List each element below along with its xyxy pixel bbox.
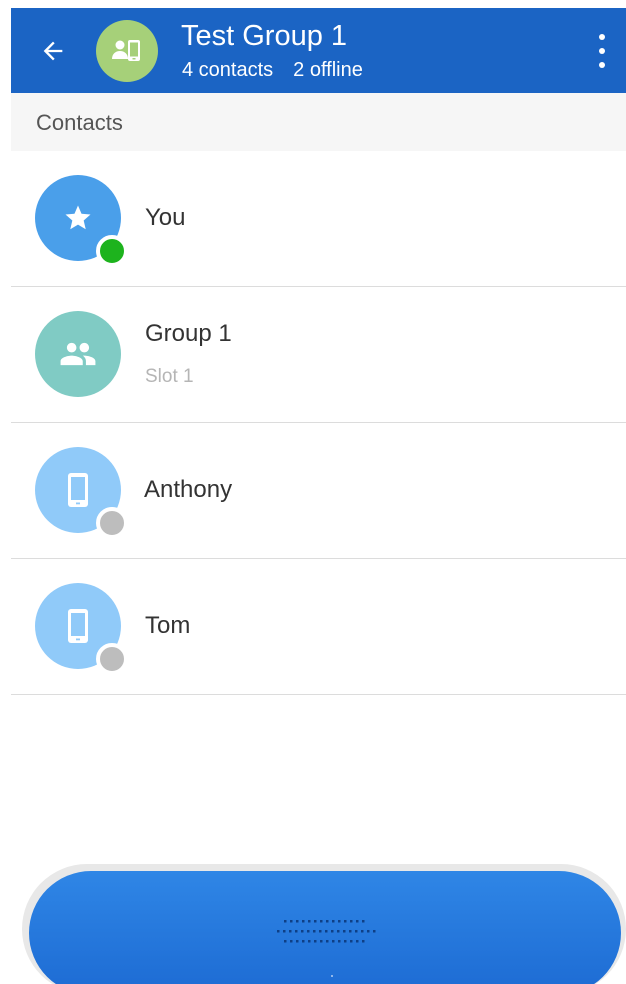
back-button[interactable] (38, 36, 68, 66)
group-title: Test Group 1 (181, 20, 348, 52)
app-screen: Test Group 1 4 contacts 2 offline Contact… (0, 0, 626, 984)
speaker-grille-icon (277, 920, 376, 943)
contact-row-you[interactable]: You (11, 151, 626, 287)
offline-count: 2 offline (293, 59, 363, 81)
phone-icon (68, 609, 88, 643)
arrow-back-icon (43, 41, 63, 61)
section-label: Contacts (36, 110, 123, 135)
avatar (35, 311, 121, 397)
group-subtitle: 4 contacts 2 offline (182, 58, 363, 82)
offline-status-indicator (96, 507, 128, 539)
more-vert-icon (599, 34, 605, 40)
contact-slot: Slot 1 (145, 366, 194, 387)
offline-status-indicator (96, 643, 128, 675)
section-header: Contacts (11, 93, 626, 151)
contact-row-anthony[interactable]: Anthony (11, 423, 626, 559)
contact-name: Group 1 (145, 320, 232, 347)
contact-device-icon (112, 40, 140, 61)
group-avatar[interactable] (96, 20, 158, 82)
contact-name: Anthony (144, 476, 233, 503)
group-icon (60, 342, 96, 366)
contact-row-tom[interactable]: Tom (11, 559, 626, 695)
contact-name: Tom (145, 612, 191, 639)
contact-name: You (145, 204, 186, 231)
mic-indicator (331, 975, 333, 977)
star-icon (65, 205, 91, 230)
app-bar: Test Group 1 4 contacts 2 offline (11, 8, 626, 93)
contacts-list: You Group 1 Slot 1 Anthony Tom (11, 151, 626, 695)
more-options-button[interactable] (592, 34, 612, 68)
contact-row-group-1[interactable]: Group 1 Slot 1 (11, 287, 626, 423)
contacts-count: 4 contacts (182, 59, 274, 81)
online-status-indicator (96, 235, 128, 267)
phone-icon (68, 473, 88, 507)
